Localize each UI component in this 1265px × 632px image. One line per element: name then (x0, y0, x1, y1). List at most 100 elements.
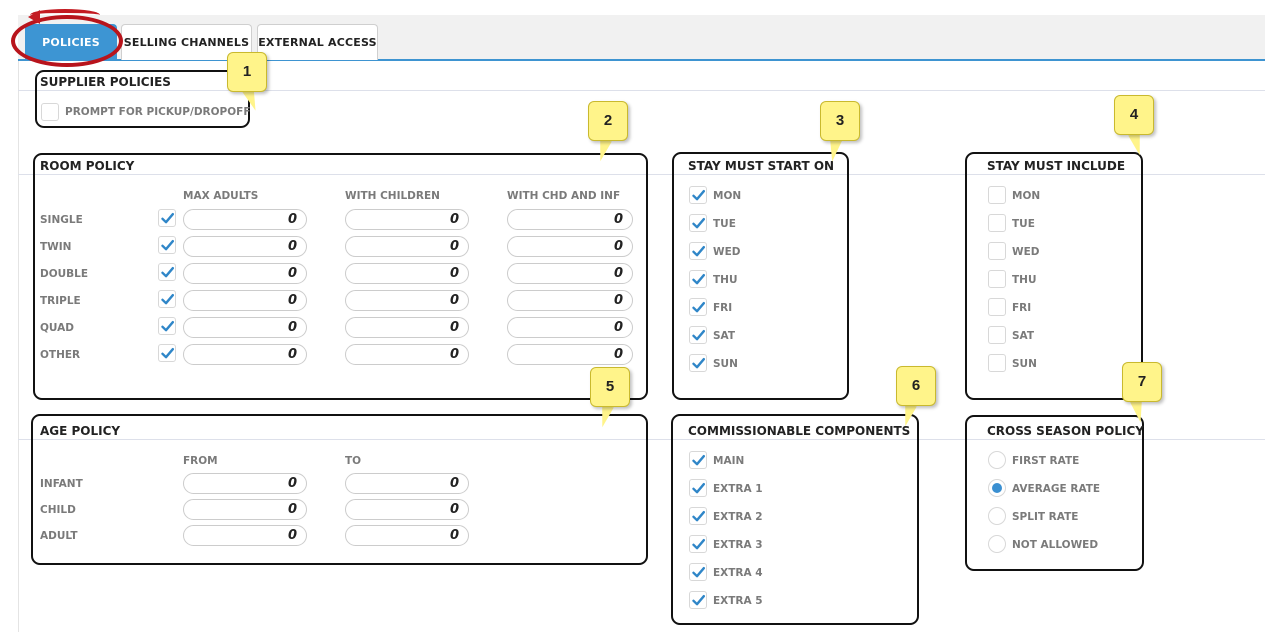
room-row-checkbox[interactable] (158, 236, 176, 254)
stay-include-day-label: FRI (1012, 302, 1032, 314)
stay-start-day-label: TUE (713, 218, 736, 230)
callout-badge: 1 (227, 52, 267, 92)
commission-item-label: MAIN (713, 455, 745, 467)
age-row-label: INFANT (40, 478, 83, 490)
room-row-checkbox[interactable] (158, 344, 176, 362)
age-value-input[interactable]: 0 (183, 525, 307, 546)
stay-include-checkbox[interactable] (988, 270, 1006, 288)
room-value-input[interactable]: 0 (345, 290, 469, 311)
commission-checkbox[interactable] (689, 507, 707, 525)
tab-external-access[interactable]: EXTERNAL ACCESS (257, 24, 378, 60)
room-value-input[interactable]: 0 (507, 263, 633, 284)
highlight-arrow-head (28, 10, 40, 24)
room-value-input[interactable]: 0 (183, 209, 307, 230)
stay-start-day-label: MON (713, 190, 742, 202)
age-value-input[interactable]: 0 (183, 473, 307, 494)
commission-title: COMMISSIONABLE COMPONENTS (688, 424, 911, 438)
age-value-input[interactable]: 0 (345, 473, 469, 494)
cross-season-option-label: FIRST RATE (1012, 455, 1080, 467)
room-row-label: TWIN (40, 241, 72, 253)
room-value-input[interactable]: 0 (183, 344, 307, 365)
cross-season-radio[interactable] (988, 451, 1006, 469)
callout-badge: 7 (1122, 362, 1162, 402)
age-policy-highlight (31, 414, 648, 565)
callout-badge: 5 (590, 367, 630, 407)
room-row-checkbox[interactable] (158, 263, 176, 281)
stay-start-title: STAY MUST START ON (688, 159, 835, 173)
room-value-input[interactable]: 0 (183, 317, 307, 338)
cross-season-radio[interactable] (988, 479, 1006, 497)
callout-badge: 6 (896, 366, 936, 406)
age-col-to: TO (345, 455, 362, 467)
room-row-checkbox[interactable] (158, 317, 176, 335)
content-left-border (18, 61, 19, 632)
room-row-checkbox[interactable] (158, 209, 176, 227)
commission-checkbox[interactable] (689, 591, 707, 609)
stay-start-checkbox[interactable] (689, 214, 707, 232)
stay-start-checkbox[interactable] (689, 270, 707, 288)
commission-checkbox[interactable] (689, 451, 707, 469)
pickup-dropoff-checkbox[interactable] (41, 103, 59, 121)
stay-start-day-label: SAT (713, 330, 736, 342)
room-value-input[interactable]: 0 (183, 290, 307, 311)
room-value-input[interactable]: 0 (345, 344, 469, 365)
commission-checkbox[interactable] (689, 563, 707, 581)
stay-include-checkbox[interactable] (988, 242, 1006, 260)
stay-start-day-label: THU (713, 274, 738, 286)
room-row-label: QUAD (40, 322, 74, 334)
commission-item-label: EXTRA 1 (713, 483, 763, 495)
cross-season-title: CROSS SEASON POLICY (987, 424, 1144, 438)
cross-season-radio[interactable] (988, 535, 1006, 553)
commission-checkbox[interactable] (689, 479, 707, 497)
stay-start-checkbox[interactable] (689, 186, 707, 204)
room-value-input[interactable]: 0 (507, 344, 633, 365)
stay-start-checkbox[interactable] (689, 354, 707, 372)
stay-start-day-label: WED (713, 246, 741, 258)
room-value-input[interactable]: 0 (345, 209, 469, 230)
commission-checkbox[interactable] (689, 535, 707, 553)
stay-include-day-label: MON (1012, 190, 1041, 202)
callout-badge: 2 (588, 101, 628, 141)
room-row-label: DOUBLE (40, 268, 89, 280)
stay-start-checkbox[interactable] (689, 242, 707, 260)
commission-highlight (671, 414, 919, 625)
cross-season-option-label: NOT ALLOWED (1012, 539, 1099, 551)
room-value-input[interactable]: 0 (345, 317, 469, 338)
room-value-input[interactable]: 0 (183, 236, 307, 257)
pickup-dropoff-label: PROMPT FOR PICKUP/DROPOFF (65, 106, 251, 118)
stay-include-checkbox[interactable] (988, 214, 1006, 232)
age-value-input[interactable]: 0 (183, 499, 307, 520)
stay-start-checkbox[interactable] (689, 326, 707, 344)
stay-include-day-label: SUN (1012, 358, 1037, 370)
room-value-input[interactable]: 0 (507, 290, 633, 311)
age-value-input[interactable]: 0 (345, 525, 469, 546)
age-col-from: FROM (183, 455, 218, 467)
age-row-label: ADULT (40, 530, 78, 542)
room-value-input[interactable]: 0 (183, 263, 307, 284)
room-row-checkbox[interactable] (158, 290, 176, 308)
room-col-with-chd-inf: WITH CHD AND INF (507, 190, 621, 202)
age-row-label: CHILD (40, 504, 76, 516)
cross-season-radio[interactable] (988, 507, 1006, 525)
room-value-input[interactable]: 0 (345, 263, 469, 284)
stay-include-checkbox[interactable] (988, 298, 1006, 316)
cross-season-option-label: SPLIT RATE (1012, 511, 1079, 523)
stay-include-title: STAY MUST INCLUDE (987, 159, 1126, 173)
room-col-with-children: WITH CHILDREN (345, 190, 440, 202)
commission-item-label: EXTRA 5 (713, 595, 763, 607)
commission-item-label: EXTRA 3 (713, 539, 763, 551)
room-row-label: SINGLE (40, 214, 83, 226)
room-value-input[interactable]: 0 (345, 236, 469, 257)
stay-include-day-label: WED (1012, 246, 1040, 258)
stay-start-checkbox[interactable] (689, 298, 707, 316)
stay-include-checkbox[interactable] (988, 326, 1006, 344)
stay-include-day-label: THU (1012, 274, 1037, 286)
stay-include-checkbox[interactable] (988, 354, 1006, 372)
stay-include-checkbox[interactable] (988, 186, 1006, 204)
room-value-input[interactable]: 0 (507, 209, 633, 230)
room-value-input[interactable]: 0 (507, 236, 633, 257)
age-policy-title: AGE POLICY (40, 424, 121, 438)
stay-include-day-label: TUE (1012, 218, 1035, 230)
age-value-input[interactable]: 0 (345, 499, 469, 520)
room-value-input[interactable]: 0 (507, 317, 633, 338)
